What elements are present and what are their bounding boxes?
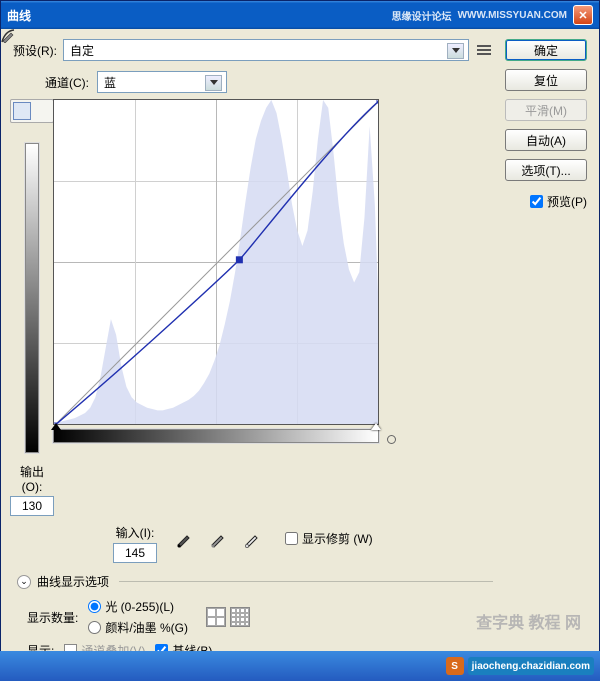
show-clipping-row[interactable]: 显示修剪 (W): [285, 530, 373, 547]
show-clipping-checkbox[interactable]: [285, 532, 298, 545]
curve-tool-group: [10, 99, 54, 123]
output-value-field[interactable]: 130: [10, 496, 54, 516]
eyedropper-group: [175, 530, 267, 552]
grid-simple-icon[interactable]: [206, 607, 226, 627]
pencil-curve-tool[interactable]: [33, 102, 51, 120]
show-clipping-label: 显示修剪 (W): [302, 530, 373, 547]
watermark-text-2: WWW.MISSYUAN.COM: [458, 10, 567, 21]
gray-eyedropper-icon[interactable]: [209, 530, 233, 552]
preset-select[interactable]: 自定: [63, 39, 469, 61]
white-eyedropper-icon[interactable]: [243, 530, 267, 552]
options-toggle-icon[interactable]: ⌄: [17, 575, 31, 589]
black-point-slider[interactable]: [51, 423, 61, 430]
ok-button[interactable]: 确定: [505, 39, 587, 61]
input-value-field[interactable]: 145: [113, 543, 157, 563]
options-button[interactable]: 选项(T)...: [505, 159, 587, 181]
curve-line: [54, 100, 379, 425]
preview-checkbox-row[interactable]: 预览(P): [505, 193, 587, 210]
preset-menu-icon[interactable]: [475, 41, 493, 59]
light-radio-row[interactable]: 光 (0-255)(L): [88, 598, 188, 615]
point-curve-tool[interactable]: [13, 102, 31, 120]
curves-dialog: 曲线 思缘设计论坛 WWW.MISSYUAN.COM ✕ 确定 复位 平滑(M)…: [0, 0, 600, 674]
curve-canvas[interactable]: [53, 99, 379, 425]
tray-icon-sogou[interactable]: S: [446, 657, 464, 675]
tray-watermark-url: jiaocheng.chazidian.com: [468, 657, 594, 675]
close-button[interactable]: ✕: [573, 5, 593, 25]
reset-button[interactable]: 复位: [505, 69, 587, 91]
curve-display-options-label: 曲线显示选项: [37, 573, 109, 590]
channel-label: 通道(C):: [45, 74, 89, 91]
pigment-radio-row[interactable]: 颜料/油墨 %(G): [88, 619, 188, 636]
preset-label: 预设(R):: [13, 42, 57, 59]
grid-detailed-icon[interactable]: [230, 607, 250, 627]
output-label: 输出(O):: [10, 463, 54, 494]
channel-select[interactable]: 蓝: [97, 71, 227, 93]
pigment-radio[interactable]: [88, 621, 101, 634]
black-eyedropper-icon[interactable]: [175, 530, 199, 552]
taskbar: S jiaocheng.chazidian.com: [0, 651, 600, 681]
output-gradient: [25, 143, 39, 453]
window-title: 曲线: [7, 7, 392, 24]
preview-checkbox[interactable]: [530, 195, 543, 208]
watermark-text-1: 思缘设计论坛: [392, 8, 452, 23]
auto-button[interactable]: 自动(A): [505, 129, 587, 151]
light-radio[interactable]: [88, 600, 101, 613]
right-button-column: 确定 复位 平滑(M) 自动(A) 选项(T)... 预览(P): [505, 39, 587, 210]
smooth-button: 平滑(M): [505, 99, 587, 121]
input-gradient[interactable]: [53, 429, 379, 443]
expand-icon[interactable]: [387, 435, 396, 444]
input-label: 输入(I):: [113, 524, 157, 541]
preview-label: 预览(P): [547, 193, 587, 210]
white-point-slider[interactable]: [371, 423, 381, 430]
show-amount-label: 显示数量:: [27, 609, 78, 626]
title-bar[interactable]: 曲线 思缘设计论坛 WWW.MISSYUAN.COM ✕: [1, 1, 599, 29]
